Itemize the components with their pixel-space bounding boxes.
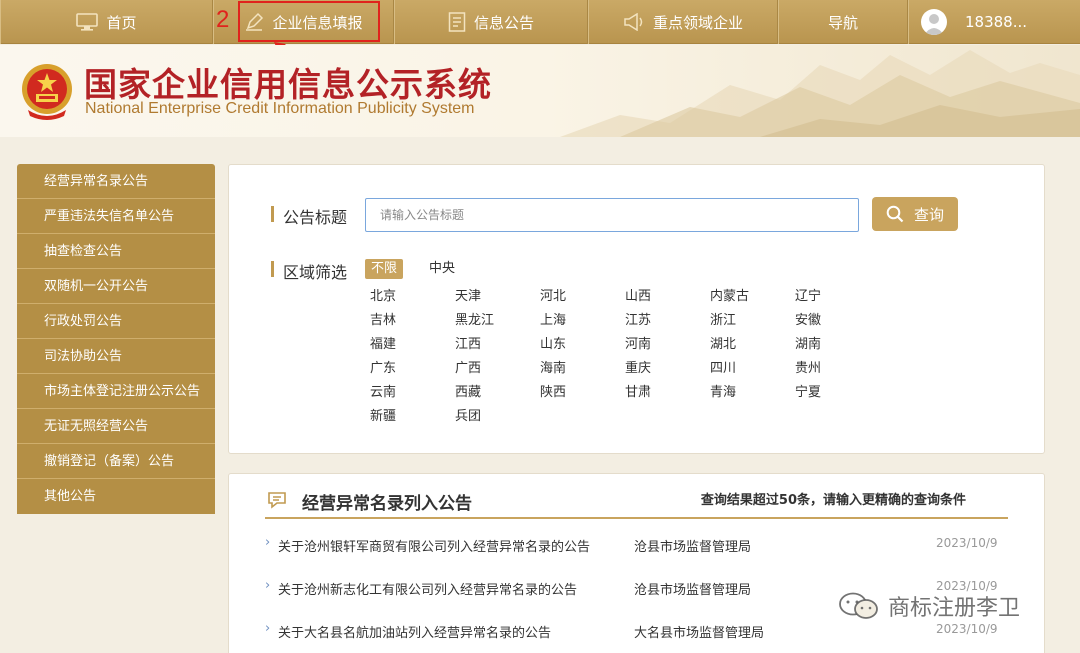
sidebar-item-admin-penalty[interactable]: 行政处罚公告 [17, 304, 215, 339]
sidebar-item-spot-check[interactable]: 抽查检查公告 [17, 234, 215, 269]
notice-title-link[interactable]: 关于大名县名航加油站列入经营异常名录的公告 [278, 622, 551, 641]
notice-list-panel: 经营异常名录列入公告 查询结果超过50条，请输入更精确的查询条件 › 关于沧州银… [228, 473, 1045, 653]
sidebar-item-other[interactable]: 其他公告 [17, 479, 215, 514]
region-option[interactable]: 福建 [370, 335, 455, 354]
region-option[interactable]: 陕西 [540, 383, 625, 402]
megaphone-icon [624, 13, 643, 31]
region-option[interactable]: 辽宁 [795, 287, 880, 306]
notice-org: 沧县市场监督管理局 [634, 540, 752, 555]
region-option[interactable]: 江苏 [625, 311, 710, 330]
sidebar-item-abnormal-list[interactable]: 经营异常名录公告 [17, 164, 215, 199]
notice-row[interactable]: › 关于大名县名航加油站列入经营异常名录的公告 大名县市场监督管理局 2023/… [265, 621, 998, 642]
annotation-step-number: 2 [216, 6, 230, 33]
region-option[interactable]: 浙江 [710, 311, 795, 330]
nav-user[interactable]: 18388... [908, 0, 1080, 44]
nav-info-notice-label: 信息公告 [473, 13, 534, 32]
site-header: 国家企业信用信息公示系统 National Enterprise Credit … [0, 45, 1080, 137]
notice-section-title: 经营异常名录列入公告 [302, 494, 472, 514]
nav-home[interactable]: 首页 [0, 0, 213, 44]
nav-key-enterprises[interactable]: 重点领域企业 [588, 0, 778, 44]
region-option[interactable]: 河北 [540, 287, 625, 306]
region-option[interactable]: 广西 [455, 359, 540, 378]
wechat-icon [839, 592, 878, 619]
region-filter-label: 区域筛选 [271, 259, 347, 283]
region-option[interactable]: 云南 [370, 383, 455, 402]
search-panel: 公告标题 查询 区域筛选 不限 中央 北京天津河北山西内蒙古辽宁吉林黑龙江上海江… [228, 164, 1045, 454]
region-option[interactable]: 兵团 [455, 407, 540, 426]
user-name: 18388... [965, 13, 1028, 31]
chevron-right-icon: › [265, 621, 271, 636]
national-emblem-icon [22, 64, 72, 120]
pen-icon [246, 12, 264, 31]
region-option[interactable]: 湖北 [710, 335, 795, 354]
section-divider [265, 517, 1008, 519]
region-option[interactable]: 广东 [370, 359, 455, 378]
sidebar-item-judicial-assist[interactable]: 司法协助公告 [17, 339, 215, 374]
nav-navigation-label: 导航 [827, 13, 858, 32]
region-option[interactable]: 海南 [540, 359, 625, 378]
region-option[interactable]: 内蒙古 [710, 287, 795, 306]
search-button-label: 查询 [913, 205, 944, 224]
message-icon [268, 492, 286, 509]
notice-category-sidebar: 经营异常名录公告 严重违法失信名单公告 抽查检查公告 双随机一公开公告 行政处罚… [17, 164, 215, 514]
mountain-landscape-decoration [560, 50, 1080, 137]
region-option[interactable]: 天津 [455, 287, 540, 306]
chevron-right-icon: › [265, 578, 271, 593]
sidebar-item-unlicensed[interactable]: 无证无照经营公告 [17, 409, 215, 444]
top-nav: 首页 企业信息填报 信息公告 重点领域企业 导航 18388... [0, 0, 1080, 44]
user-avatar-icon [921, 9, 947, 35]
monitor-icon [76, 13, 99, 31]
region-option[interactable]: 重庆 [625, 359, 710, 378]
site-title-en: National Enterprise Credit Information P… [85, 100, 475, 117]
region-tag-unlimited[interactable]: 不限 [365, 259, 404, 279]
sidebar-item-double-random[interactable]: 双随机一公开公告 [17, 269, 215, 304]
chevron-right-icon: › [265, 535, 271, 550]
nav-enterprise-report-label: 企业信息填报 [272, 13, 363, 32]
region-option[interactable]: 新疆 [370, 407, 455, 426]
result-limit-note: 查询结果超过50条，请输入更精确的查询条件 [700, 493, 966, 508]
nav-enterprise-report[interactable]: 企业信息填报 [213, 0, 394, 44]
region-option[interactable]: 贵州 [795, 359, 880, 378]
sidebar-item-registration[interactable]: 市场主体登记注册公示公告 [17, 374, 215, 409]
region-option[interactable]: 甘肃 [625, 383, 710, 402]
notice-date: 2023/10/9 [936, 622, 998, 636]
nav-key-enterprises-label: 重点领域企业 [652, 13, 743, 32]
region-option[interactable]: 安徽 [795, 311, 880, 330]
region-tag-central[interactable]: 中央 [423, 259, 461, 279]
notice-org: 大名县市场监督管理局 [634, 626, 765, 641]
region-option[interactable]: 吉林 [370, 311, 455, 330]
region-option[interactable]: 河南 [625, 335, 710, 354]
region-option[interactable]: 黑龙江 [455, 311, 540, 330]
region-option[interactable]: 湖南 [795, 335, 880, 354]
region-option[interactable]: 宁夏 [795, 383, 880, 402]
document-icon [448, 12, 466, 32]
notice-org: 沧县市场监督管理局 [634, 583, 752, 598]
region-option[interactable]: 江西 [455, 335, 540, 354]
notice-row[interactable]: › 关于沧州银轩军商贸有限公司列入经营异常名录的公告 沧县市场监督管理局 202… [265, 535, 998, 556]
region-option[interactable]: 西藏 [455, 383, 540, 402]
region-option[interactable]: 四川 [710, 359, 795, 378]
site-title-cn: 国家企业信用信息公示系统 [84, 65, 492, 104]
region-option[interactable]: 青海 [710, 383, 795, 402]
nav-info-notice[interactable]: 信息公告 [394, 0, 588, 44]
region-grid: 北京 天津 河北 山西 内蒙古 辽宁吉林 黑龙江 上海 江苏 浙江 安徽福建 江西 山东 河南 湖北 湖南广东… [370, 287, 880, 426]
nav-navigation[interactable]: 导航 [778, 0, 908, 44]
nav-home-label: 首页 [106, 13, 137, 32]
region-option[interactable]: 山东 [540, 335, 625, 354]
sidebar-item-serious-violation[interactable]: 严重违法失信名单公告 [17, 199, 215, 234]
search-button[interactable]: 查询 [872, 197, 958, 231]
region-option[interactable]: 北京 [370, 287, 455, 306]
region-option[interactable]: 山西 [625, 287, 710, 306]
watermark-text: 商标注册李卫 [888, 596, 1021, 621]
region-option[interactable]: 上海 [540, 311, 625, 330]
notice-title-link[interactable]: 关于沧州新志化工有限公司列入经营异常名录的公告 [278, 579, 577, 598]
notice-title-input[interactable] [365, 198, 859, 232]
notice-title-label: 公告标题 [271, 204, 347, 228]
watermark: 商标注册李卫 [838, 590, 1020, 622]
notice-date: 2023/10/9 [936, 536, 998, 550]
sidebar-item-revocation[interactable]: 撤销登记（备案）公告 [17, 444, 215, 479]
notice-title-link[interactable]: 关于沧州银轩军商贸有限公司列入经营异常名录的公告 [278, 536, 590, 555]
search-icon [886, 205, 904, 223]
